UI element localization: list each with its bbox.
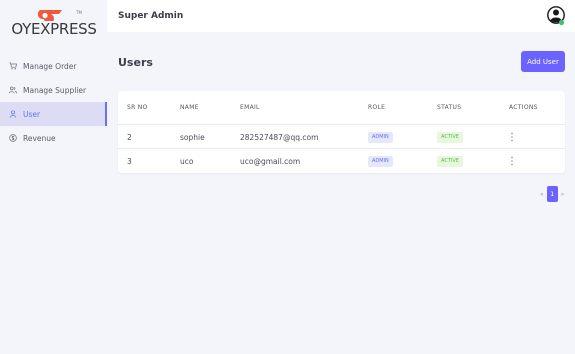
user-icon	[9, 110, 17, 118]
table-row: 2 sophie 282527487@qq.com ADMIN ACTIVE	[118, 126, 565, 149]
sidebar-item-label: Manage Supplier	[23, 85, 87, 95]
table-row: 3 uco uco@gmail.com ADMIN ACTIVE	[118, 150, 565, 173]
table-header: SR NO NAME EMAIL ROLE STATUS ACTIONS	[118, 91, 565, 125]
status-badge: ACTIVE	[437, 156, 463, 167]
sidebar-item-label: Revenue	[23, 133, 56, 143]
pagination: « 1 »	[540, 186, 564, 202]
column-header-sr-no: SR NO	[127, 104, 148, 111]
column-header-status: STATUS	[437, 104, 462, 111]
user-avatar-icon[interactable]	[547, 6, 565, 26]
sidebar-item-revenue[interactable]: Revenue	[0, 126, 107, 150]
logo-text: OYEXPRESS	[11, 20, 97, 38]
sidebar-item-manage-supplier[interactable]: Manage Supplier	[0, 78, 107, 102]
role-badge: ADMIN	[368, 132, 393, 143]
sidebar: TM OYEXPRESS Manage Order Manage Supplie…	[0, 0, 107, 354]
status-badge: ACTIVE	[437, 132, 463, 143]
sidebar-item-label: User	[23, 109, 41, 119]
cell-email: 282527487@qq.com	[240, 133, 319, 142]
more-vertical-icon[interactable]	[509, 155, 515, 167]
cell-email: uco@gmail.com	[240, 157, 301, 166]
sidebar-item-user[interactable]: User	[0, 102, 107, 126]
pagination-next[interactable]: »	[561, 191, 565, 198]
top-bar: Super Admin	[107, 0, 575, 32]
cart-icon	[9, 62, 17, 70]
page-title: Users	[118, 56, 153, 69]
users-icon	[9, 86, 17, 94]
logo-trademark: TM	[76, 10, 82, 15]
cell-name: uco	[180, 157, 194, 166]
logo[interactable]: TM OYEXPRESS	[10, 4, 98, 40]
column-header-name: NAME	[180, 104, 199, 111]
column-header-role: ROLE	[368, 104, 386, 111]
sidebar-nav: Manage Order Manage Supplier User Revenu…	[0, 54, 107, 150]
column-header-actions: ACTIONS	[509, 104, 538, 111]
users-table: SR NO NAME EMAIL ROLE STATUS ACTIONS 2 s…	[118, 91, 565, 173]
role-badge: ADMIN	[368, 156, 393, 167]
pagination-page-1[interactable]: 1	[546, 186, 558, 202]
cell-sr-no: 3	[127, 157, 132, 166]
header-title: Super Admin	[118, 11, 184, 21]
more-vertical-icon[interactable]	[509, 131, 515, 143]
cell-name: sophie	[180, 133, 205, 142]
sidebar-item-label: Manage Order	[23, 61, 77, 71]
add-user-button[interactable]: Add User	[521, 51, 565, 72]
dollar-circle-icon	[9, 134, 17, 142]
column-header-email: EMAIL	[240, 104, 260, 111]
pagination-prev[interactable]: «	[540, 191, 544, 198]
sidebar-item-manage-order[interactable]: Manage Order	[0, 54, 107, 78]
cell-sr-no: 2	[127, 133, 132, 142]
